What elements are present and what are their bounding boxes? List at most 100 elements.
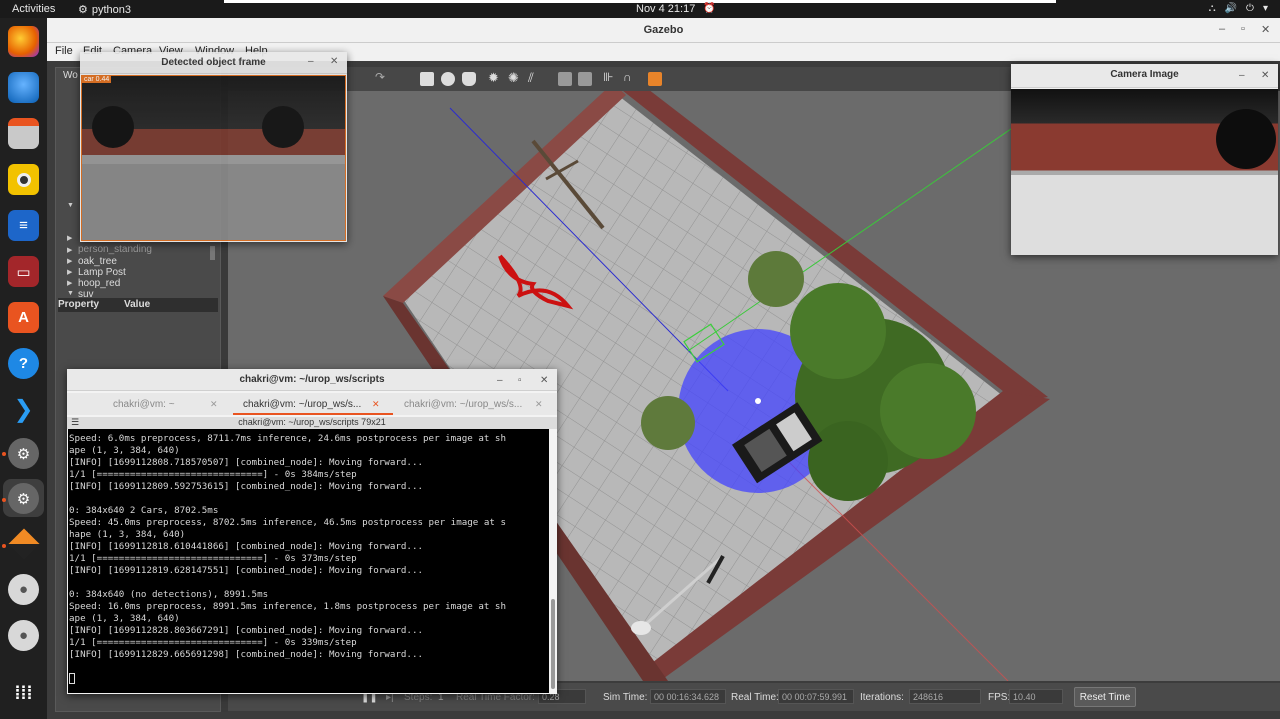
expand-arrow-icon[interactable]: ▶ [67,279,72,287]
close-tab-icon[interactable]: ✕ [372,399,380,410]
tree-item-lamp-post[interactable]: Lamp Post [78,267,126,278]
screenshot-icon[interactable] [648,72,662,86]
detected-object-image: car 0.44 [81,75,346,241]
camera-image-window: Camera Image – ✕ [1011,64,1278,255]
running-indicator [2,452,6,456]
close-icon[interactable]: ✕ [1261,23,1270,36]
minimize-icon[interactable]: – [308,56,314,67]
minimize-icon[interactable]: – [497,375,503,386]
minimize-icon[interactable]: – [1219,23,1225,35]
iterations-value: 248616 [909,689,981,704]
snap-icon[interactable]: ∩ [623,70,637,84]
terminal-line: 1/1 [==============================] - 0… [69,637,357,648]
tree-item-hoop-red[interactable]: hoop_red [78,278,120,289]
scrollbar-thumb[interactable] [551,599,555,689]
expand-arrow-icon[interactable]: ▶ [67,234,72,242]
app-grid-icon[interactable]: ⁞⁞⁞ [8,678,39,709]
terminal-size-label: chakri@vm: ~/urop_ws/scripts 79x21 [238,417,386,427]
activities-button[interactable]: Activities [12,3,55,15]
reset-time-button[interactable]: Reset Time [1074,687,1136,707]
terminal-output[interactable]: Speed: 6.0ms preprocess, 8711.7ms infere… [68,429,549,693]
maximize-icon[interactable]: ▫ [518,375,522,386]
app-menu[interactable]: ⚙ python3 [78,3,131,17]
thunderbird-icon[interactable] [8,72,39,103]
oak-tree-small [641,396,695,450]
fps-value: 10.40 [1009,689,1063,704]
expand-arrow-icon[interactable]: ▶ [67,268,72,276]
disc-icon[interactable]: ● [8,620,39,651]
real-time-label: Real Time: [731,692,779,703]
settings-icon[interactable]: ⚙ [8,438,39,469]
oak-tree-small [748,251,804,307]
help-icon[interactable]: ? [8,348,39,379]
running-indicator [2,498,6,502]
gazebo-icon[interactable] [7,527,40,560]
tree-item-oak-tree[interactable]: oak_tree [78,256,117,267]
terminal-title[interactable]: chakri@vm: ~/urop_ws/scripts [67,369,557,391]
software-icon[interactable]: A [8,302,39,333]
point-light-icon[interactable]: ✹ [488,70,502,85]
terminal-line: 1/1 [==============================] - 0… [69,553,357,564]
detected-window-title[interactable]: Detected object frame [80,52,347,74]
expand-arrow-icon[interactable]: ▶ [67,246,72,254]
close-icon[interactable]: ✕ [330,56,338,67]
expand-arrow-icon[interactable]: ▶ [67,257,72,265]
paste-icon[interactable] [578,72,592,86]
world-tab[interactable]: Wo [63,70,78,81]
box-shape-icon[interactable] [420,72,434,86]
alarm-icon: ⏰ [703,3,716,14]
clock[interactable]: Nov 4 21:17 [636,3,695,15]
terminal-tab[interactable]: chakri@vm: ~ [113,399,175,410]
terminal-line: 0: 384x640 (no detections), 8991.5ms [69,589,269,600]
directional-light-icon[interactable]: ⫽ [528,70,542,85]
dock: ≡ ▭ A ? ❯ ⚙ ⚙ ● ● ⁞⁞⁞ [0,18,47,719]
terminal-line: ape (1, 3, 384, 640) [69,445,180,456]
menu-file[interactable]: File [55,45,73,57]
close-icon[interactable]: ✕ [540,375,548,386]
tree-scrollbar[interactable] [210,246,215,260]
terminal-line: [INFO] [1699112819.628147551] [combined_… [69,565,424,576]
window-title: Gazebo [643,24,684,36]
cylinder-shape-icon[interactable] [462,72,476,86]
expand-arrow-icon[interactable]: ▼ [67,290,74,297]
camera-window-title[interactable]: Camera Image [1011,64,1278,88]
property-header: Property Value [58,298,218,312]
property-column: Property [58,299,100,310]
terminal-app-icon[interactable]: ▭ [8,256,39,287]
terminal-tab-active[interactable]: chakri@vm: ~/urop_ws/s... [243,399,361,410]
redo-icon[interactable]: ↷ [375,70,389,84]
expand-arrow-icon[interactable]: ▼ [67,202,74,209]
tree-item-person[interactable]: person_standing [78,244,152,255]
writer-icon[interactable]: ≡ [8,210,39,241]
maximize-icon[interactable]: ▫ [1241,23,1245,35]
fps-label: FPS: [988,692,1011,703]
terminal-line: Speed: 45.0ms preprocess, 8702.5ms infer… [69,517,506,528]
car-wheel-shape [1216,109,1276,169]
close-icon[interactable]: ✕ [1261,70,1269,81]
sphere-shape-icon[interactable] [441,72,455,86]
disc-icon[interactable]: ● [8,574,39,605]
network-icon: ⛬ [1208,3,1216,14]
settings-icon[interactable]: ⚙ [8,483,39,514]
align-icon[interactable]: ⊪ [603,70,617,84]
terminal-tab[interactable]: chakri@vm: ~/urop_ws/s... [404,399,522,410]
minimize-icon[interactable]: – [1239,70,1245,81]
terminal-line: Speed: 6.0ms preprocess, 8711.7ms infere… [69,433,506,444]
terminal-size-bar: ☰ chakri@vm: ~/urop_ws/scripts 79x21 [67,417,557,429]
terminal-scrollbar[interactable] [550,429,556,693]
system-indicators[interactable]: ⛬ 🔊 ⏻ ▾ [1209,3,1268,14]
spot-light-icon[interactable]: ✺ [508,70,522,85]
firefox-icon[interactable] [8,26,39,57]
vscode-icon[interactable]: ❯ [8,394,39,425]
copy-icon[interactable] [558,72,572,86]
rhythmbox-icon[interactable] [8,164,39,195]
close-tab-icon[interactable]: ✕ [535,399,543,410]
close-tab-icon[interactable]: ✕ [210,399,218,410]
terminal-line: [INFO] [1699112809.592753615] [combined_… [69,481,424,492]
files-icon[interactable] [8,118,39,149]
gazebo-titlebar[interactable]: Gazebo – ▫ ✕ [47,18,1280,43]
menu-icon[interactable]: ☰ [71,417,79,428]
